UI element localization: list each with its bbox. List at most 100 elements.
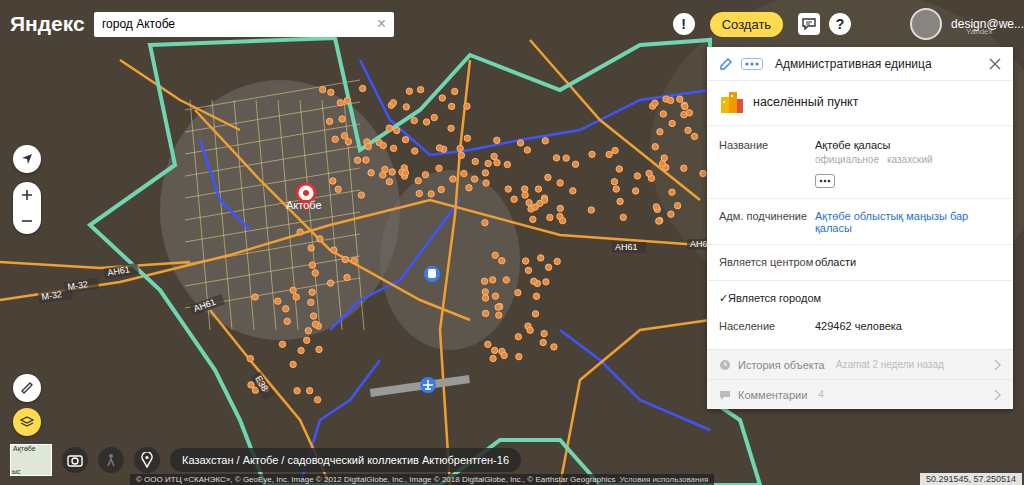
object-dot[interactable]: [515, 289, 521, 295]
object-dot[interactable]: [482, 295, 488, 301]
object-dot[interactable]: [612, 147, 618, 153]
object-dot[interactable]: [308, 299, 314, 305]
object-dot[interactable]: [363, 157, 369, 163]
object-dot[interactable]: [380, 142, 386, 148]
object-dot[interactable]: [390, 145, 396, 151]
object-dot[interactable]: [526, 200, 532, 206]
object-dot[interactable]: [515, 334, 521, 340]
object-dot[interactable]: [669, 120, 675, 126]
object-dot[interactable]: [535, 186, 541, 192]
object-dot[interactable]: [681, 165, 687, 171]
object-dot[interactable]: [332, 136, 338, 142]
object-dot[interactable]: [344, 97, 350, 103]
clear-button[interactable]: ×: [377, 15, 386, 33]
object-dot[interactable]: [617, 198, 623, 204]
edit-icon[interactable]: [719, 57, 733, 71]
object-dot[interactable]: [464, 135, 470, 141]
more-names-button[interactable]: [815, 174, 835, 188]
object-dot[interactable]: [327, 280, 333, 286]
object-dot[interactable]: [491, 153, 497, 159]
object-dot[interactable]: [551, 344, 557, 350]
object-dot[interactable]: [491, 347, 497, 353]
object-dot[interactable]: [691, 133, 697, 139]
object-dot[interactable]: [669, 189, 675, 195]
footer-label[interactable]: Комментарии: [738, 389, 807, 401]
close-icon[interactable]: [989, 58, 1001, 70]
object-dot[interactable]: [406, 88, 412, 94]
object-dot[interactable]: [317, 236, 323, 242]
object-dot[interactable]: [464, 103, 470, 109]
object-dot[interactable]: [252, 294, 258, 300]
object-dot[interactable]: [436, 145, 442, 151]
object-dot[interactable]: [368, 170, 374, 176]
object-dot[interactable]: [504, 161, 510, 167]
object-dot[interactable]: [305, 328, 311, 334]
object-dot[interactable]: [417, 86, 423, 92]
logo[interactable]: Яндекс: [10, 12, 80, 36]
object-dot[interactable]: [422, 172, 428, 178]
object-dot[interactable]: [394, 127, 400, 133]
minimap[interactable]: Ақтөбе ыс: [10, 444, 52, 476]
more-button[interactable]: [741, 58, 763, 70]
object-dot[interactable]: [632, 188, 638, 194]
object-dot[interactable]: [494, 159, 500, 165]
object-dot[interactable]: [652, 100, 658, 106]
object-dot[interactable]: [485, 160, 491, 166]
terms-link[interactable]: Условия использования: [619, 475, 708, 484]
object-dot[interactable]: [492, 252, 498, 258]
object-dot[interactable]: [354, 157, 360, 163]
create-button[interactable]: Создать: [710, 12, 783, 37]
object-dot[interactable]: [448, 103, 454, 109]
object-dot[interactable]: [482, 289, 488, 295]
object-dot[interactable]: [611, 179, 617, 185]
object-dot[interactable]: [482, 170, 488, 176]
object-dot[interactable]: [284, 318, 290, 324]
object-dot[interactable]: [613, 186, 619, 192]
footer-row[interactable]: История объекта Azamat 2 недели назад: [707, 349, 1013, 379]
object-dot[interactable]: [682, 103, 688, 109]
object-dot[interactable]: [297, 229, 303, 235]
object-dot[interactable]: [306, 387, 312, 393]
footer-label[interactable]: История объекта: [738, 359, 825, 371]
object-dot[interactable]: [402, 136, 408, 142]
object-dot[interactable]: [686, 110, 692, 116]
object-dot[interactable]: [310, 313, 316, 319]
object-dot[interactable]: [527, 327, 533, 333]
object-dot[interactable]: [668, 211, 674, 217]
object-dot[interactable]: [483, 180, 489, 186]
object-dot[interactable]: [423, 119, 429, 125]
object-dot[interactable]: [616, 166, 622, 172]
object-dot[interactable]: [540, 339, 546, 345]
object-dot[interactable]: [337, 99, 343, 105]
zoom-out-button[interactable]: [13, 208, 41, 234]
object-dot[interactable]: [328, 89, 334, 95]
object-dot[interactable]: [545, 264, 551, 270]
object-dot[interactable]: [345, 138, 351, 144]
locate-button[interactable]: [13, 145, 41, 173]
object-dot[interactable]: [428, 191, 434, 197]
object-dot[interactable]: [522, 186, 528, 192]
object-dot[interactable]: [312, 270, 318, 276]
object-dot[interactable]: [660, 111, 666, 117]
object-dot[interactable]: [380, 172, 386, 178]
search-value[interactable]: город Актобе: [102, 17, 377, 31]
feedback-button[interactable]: [798, 13, 820, 35]
breadcrumb[interactable]: Казахстан / Актобе / садоводческий колле…: [170, 448, 521, 472]
object-dot[interactable]: [489, 277, 495, 283]
object-dot[interactable]: [290, 361, 296, 367]
check-row[interactable]: ✓Является городом: [707, 285, 1013, 313]
object-dot[interactable]: [319, 86, 325, 92]
object-dot[interactable]: [496, 312, 502, 318]
object-dot[interactable]: [482, 310, 488, 316]
object-dot[interactable]: [499, 258, 505, 264]
object-dot[interactable]: [524, 147, 530, 153]
check-label[interactable]: ✓Является городом: [719, 292, 821, 306]
object-dot[interactable]: [471, 176, 477, 182]
object-dot[interactable]: [416, 190, 422, 196]
object-dot[interactable]: [505, 186, 511, 192]
object-dot[interactable]: [279, 341, 285, 347]
layers-button[interactable]: [13, 408, 41, 436]
object-dot[interactable]: [389, 169, 395, 175]
object-dot[interactable]: [481, 278, 487, 284]
object-dot[interactable]: [530, 216, 536, 222]
